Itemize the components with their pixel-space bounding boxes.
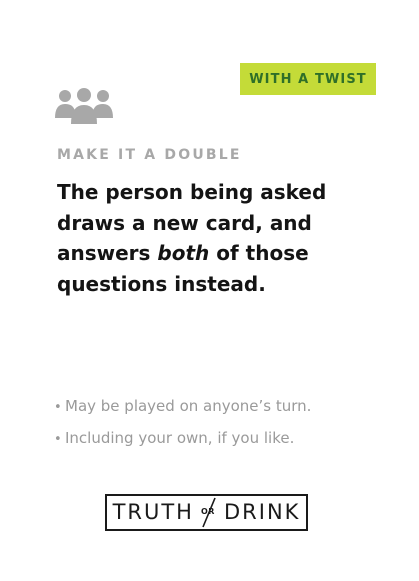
note-text: May be played on anyone’s turn. xyxy=(65,397,312,415)
logo-separator: OR xyxy=(196,497,222,528)
card-text-emphasis: both xyxy=(157,241,210,265)
card-notes: • May be played on anyone’s turn. • Includ… xyxy=(54,394,394,458)
group-people-icon xyxy=(55,88,113,124)
logo-word-truth: TRUTH xyxy=(112,500,194,524)
card-main-text: The person being asked draws a new card,… xyxy=(57,177,387,299)
note-item: • May be played on anyone’s turn. xyxy=(54,394,394,426)
card-category: MAKE IT A DOUBLE xyxy=(57,147,242,163)
logo-word-drink: DRINK xyxy=(223,500,301,524)
note-item: • Including your own, if you like. xyxy=(54,426,394,458)
twist-badge: WITH A TWIST xyxy=(240,63,376,95)
truth-or-drink-logo: TRUTH OR DRINK xyxy=(105,494,308,531)
note-text: Including your own, if you like. xyxy=(65,429,295,447)
logo-word-or: OR xyxy=(200,507,215,516)
game-card: WITH A TWIST MAKE IT A DOUBLE The person… xyxy=(0,0,419,581)
twist-badge-label: WITH A TWIST xyxy=(249,71,367,87)
bullet-icon: • xyxy=(54,432,62,447)
bullet-icon: • xyxy=(54,400,62,415)
